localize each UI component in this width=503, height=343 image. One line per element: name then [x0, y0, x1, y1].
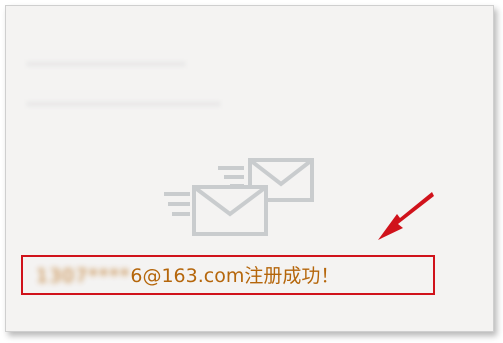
- email-domain: 6@163.com: [130, 265, 245, 287]
- masked-email-prefix: 1307****: [36, 265, 131, 287]
- faint-line: [26, 61, 186, 67]
- mail-sent-icon: [164, 158, 314, 236]
- faint-line: [26, 101, 221, 107]
- success-text: 注册成功！: [244, 265, 340, 287]
- annotation-arrow-icon: [378, 192, 434, 240]
- registration-success-message: 1307**** 6@163.com 注册成功！: [36, 261, 339, 291]
